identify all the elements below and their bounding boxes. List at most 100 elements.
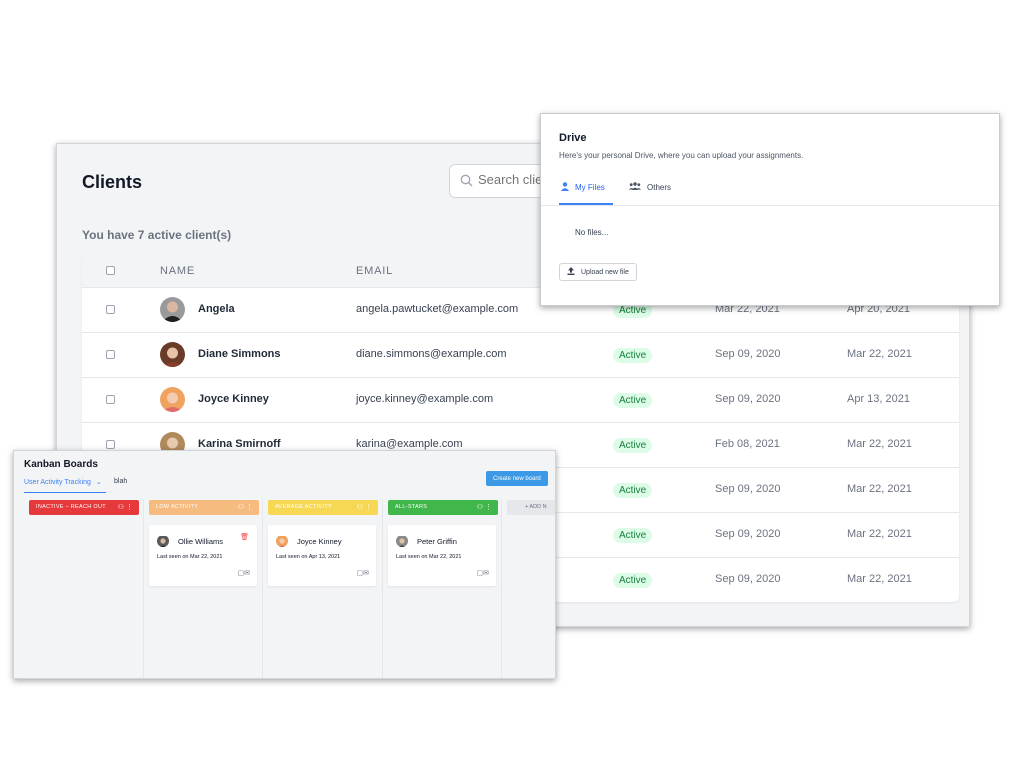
kanban-card[interactable]: Peter Griffin Last seen on Mar 22, 2021 …: [388, 525, 496, 586]
card-name: Ollie Williams: [178, 537, 223, 546]
date-created: Sep 09, 2020: [715, 528, 781, 540]
client-email: diane.simmons@example.com: [356, 348, 507, 360]
row-checkbox[interactable]: [106, 440, 115, 449]
column-label: INACTIVE – REACH OUT: [36, 504, 106, 510]
add-user-icon[interactable]: ⚇ ⋮: [238, 503, 253, 511]
column-divider: [143, 500, 144, 678]
kanban-column-low-activity: LOW ACTIVITY ⚇ ⋮ Ollie Williams 🗑 Last s…: [149, 500, 259, 678]
table-row[interactable]: Diane Simmons diane.simmons@example.com …: [82, 332, 959, 377]
tab-others[interactable]: Others: [629, 182, 671, 192]
status-badge: Active: [613, 573, 653, 588]
note-mail-icons[interactable]: ▢✉: [477, 569, 489, 577]
tab-label: My Files: [575, 183, 605, 192]
card-name: Peter Griffin: [417, 537, 457, 546]
row-checkbox[interactable]: [106, 350, 115, 359]
date-last-seen: Mar 22, 2021: [847, 528, 912, 540]
date-created: Sep 09, 2020: [715, 348, 781, 360]
column-header[interactable]: ALL-STARS ⚇ ⋮: [388, 500, 498, 515]
status-badge: Active: [613, 528, 653, 543]
tab-label: Others: [647, 182, 672, 192]
select-all-checkbox[interactable]: [106, 266, 115, 275]
avatar: [276, 535, 288, 547]
avatar: [157, 535, 169, 547]
tab-user-activity-tracking[interactable]: User Activity Tracking ⌄: [24, 478, 102, 486]
drive-title: Drive: [559, 132, 587, 144]
note-mail-icons[interactable]: ▢✉: [357, 569, 369, 577]
column-header[interactable]: INACTIVE – REACH OUT ⚇ ⋮: [29, 500, 139, 515]
date-created: Feb 08, 2021: [715, 438, 780, 450]
date-created: Sep 09, 2020: [715, 573, 781, 585]
avatar: [160, 297, 185, 322]
column-divider: [382, 500, 383, 678]
status-badge: Active: [613, 483, 653, 498]
column-header-email: EMAIL: [356, 265, 394, 277]
search-icon: [460, 174, 473, 192]
kanban-window: Kanban Boards User Activity Tracking ⌄ b…: [13, 450, 556, 679]
drive-subtitle: Here's your personal Drive, where you ca…: [559, 151, 804, 160]
kanban-column-inactive: INACTIVE – REACH OUT ⚇ ⋮: [29, 500, 139, 678]
table-row[interactable]: Joyce Kinney joyce.kinney@example.com Ac…: [82, 377, 959, 422]
date-last-seen: Mar 22, 2021: [847, 483, 912, 495]
row-checkbox[interactable]: [106, 395, 115, 404]
upload-file-button[interactable]: Upload new file: [559, 263, 637, 281]
date-last-seen: Mar 22, 2021: [847, 438, 912, 450]
date-created: Sep 09, 2020: [715, 393, 781, 405]
date-last-seen: Apr 13, 2021: [847, 393, 910, 405]
client-email: karina@example.com: [356, 438, 463, 450]
drive-window: Drive Here's your personal Drive, where …: [540, 113, 1000, 306]
kanban-card[interactable]: Joyce Kinney Last seen on Apr 13, 2021 ▢…: [268, 525, 376, 586]
tab-my-files[interactable]: My Files: [561, 182, 605, 193]
date-last-seen: Mar 22, 2021: [847, 348, 912, 360]
upload-label: Upload new file: [581, 268, 629, 276]
tab-label: User Activity Tracking: [24, 479, 91, 486]
client-name: Angela: [198, 303, 235, 315]
status-badge: Active: [613, 393, 653, 408]
card-last-seen: Last seen on Mar 22, 2021: [157, 554, 223, 560]
create-board-button[interactable]: Create new board: [486, 471, 548, 486]
card-last-seen: Last seen on Mar 22, 2021: [396, 554, 462, 560]
row-checkbox[interactable]: [106, 305, 115, 314]
date-last-seen: Mar 22, 2021: [847, 573, 912, 585]
column-divider: [501, 500, 502, 678]
kanban-title: Kanban Boards: [24, 459, 98, 470]
client-email: angela.pawtucket@example.com: [356, 303, 519, 315]
add-user-icon[interactable]: ⚇ ⋮: [477, 503, 492, 511]
upload-icon: [567, 267, 575, 277]
status-badge: Active: [613, 438, 653, 453]
status-badge: Active: [613, 348, 653, 363]
users-icon: [629, 182, 641, 192]
card-name: Joyce Kinney: [297, 537, 342, 546]
tab-blah[interactable]: blah: [114, 478, 127, 485]
avatar: [160, 342, 185, 367]
avatar: [396, 535, 408, 547]
kanban-column-all-stars: ALL-STARS ⚇ ⋮ Peter Griffin Last seen on…: [388, 500, 498, 678]
empty-state-text: No files...: [575, 228, 609, 237]
client-name: Karina Smirnoff: [198, 438, 281, 450]
avatar: [160, 387, 185, 412]
add-user-icon[interactable]: ⚇ ⋮: [118, 503, 133, 511]
card-last-seen: Last seen on Apr 13, 2021: [276, 554, 341, 560]
column-header-name: NAME: [160, 265, 195, 277]
client-name: Diane Simmons: [198, 348, 281, 360]
user-icon: [561, 182, 569, 193]
client-email: joyce.kinney@example.com: [356, 393, 494, 405]
active-client-count: You have 7 active client(s): [82, 228, 232, 242]
column-header[interactable]: LOW ACTIVITY ⚇ ⋮: [149, 500, 259, 515]
page-title: Clients: [82, 172, 143, 192]
column-header[interactable]: AVERAGE ACTIVITY ⚇ ⋮: [268, 500, 378, 515]
add-user-icon[interactable]: ⚇ ⋮: [357, 503, 372, 511]
note-mail-icons[interactable]: ▢✉: [238, 569, 250, 577]
kanban-card[interactable]: Ollie Williams 🗑 Last seen on Mar 22, 20…: [149, 525, 257, 586]
active-tab-indicator: [24, 492, 106, 493]
column-label: ALL-STARS: [395, 504, 428, 510]
chevron-down-icon: ⌄: [95, 479, 102, 486]
date-created: Sep 09, 2020: [715, 483, 781, 495]
client-name: Joyce Kinney: [198, 393, 269, 405]
trash-icon[interactable]: 🗑: [240, 533, 249, 541]
kanban-column-average-activity: AVERAGE ACTIVITY ⚇ ⋮ Joyce Kinney Last s…: [268, 500, 378, 678]
column-divider: [262, 500, 263, 678]
column-label: LOW ACTIVITY: [156, 504, 199, 510]
add-column-button[interactable]: + ADD N: [507, 500, 555, 515]
column-label: AVERAGE ACTIVITY: [275, 504, 332, 510]
divider: [541, 205, 999, 206]
